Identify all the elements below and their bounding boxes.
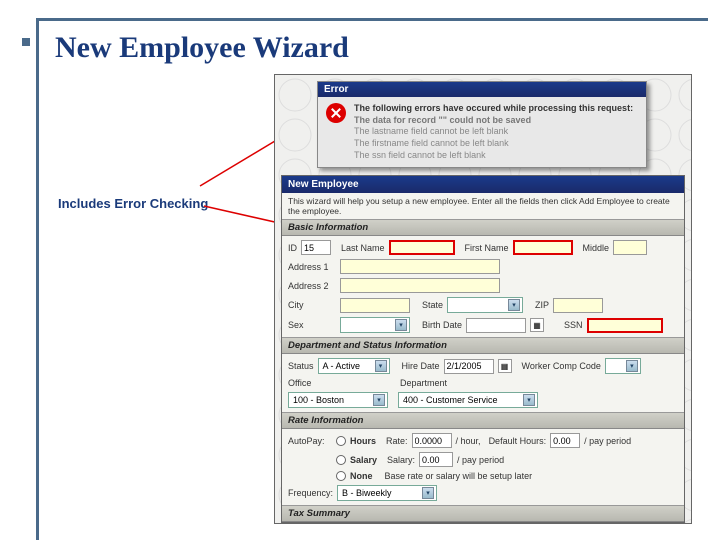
defhrs-unit: / pay period bbox=[584, 436, 631, 446]
lastname-input[interactable] bbox=[389, 240, 455, 255]
error-line: The lastname field cannot be left blank bbox=[354, 126, 633, 138]
autopay-none-radio[interactable] bbox=[336, 471, 346, 481]
status-label: Status bbox=[288, 361, 314, 371]
ssn-input[interactable] bbox=[587, 318, 663, 333]
error-titlebar: Error bbox=[318, 82, 646, 97]
error-line: The firstname field cannot be left blank bbox=[354, 138, 633, 150]
callout-text: Includes Error Checking bbox=[58, 196, 208, 211]
wcc-label: Worker Comp Code bbox=[522, 361, 601, 371]
wizard-titlebar: New Employee bbox=[282, 176, 684, 193]
city-input[interactable] bbox=[340, 298, 410, 313]
sex-select[interactable]: ▾ bbox=[340, 317, 410, 333]
error-icon bbox=[326, 103, 346, 123]
hours-label: Hours bbox=[350, 436, 376, 446]
salary-field-label: Salary: bbox=[387, 455, 415, 465]
chevron-down-icon: ▾ bbox=[422, 487, 434, 499]
calendar-icon[interactable]: ▦ bbox=[498, 359, 512, 373]
zip-input[interactable] bbox=[553, 298, 603, 313]
autopay-hours-radio[interactable] bbox=[336, 436, 346, 446]
hire-label: Hire Date bbox=[402, 361, 440, 371]
wcc-select[interactable]: ▾ bbox=[605, 358, 641, 374]
firstname-input[interactable] bbox=[513, 240, 573, 255]
wizard-panel: New Employee This wizard will help you s… bbox=[281, 175, 685, 523]
section-basic: Basic Information bbox=[282, 219, 684, 236]
lastname-label: Last Name bbox=[341, 243, 385, 253]
error-dialog: Error The following errors have occured … bbox=[317, 81, 647, 168]
error-lead: The following errors have occured while … bbox=[354, 103, 633, 115]
birth-input[interactable] bbox=[466, 318, 526, 333]
id-input[interactable] bbox=[301, 240, 331, 255]
city-label: City bbox=[288, 300, 336, 310]
firstname-label: First Name bbox=[465, 243, 509, 253]
section-rate: Rate Information bbox=[282, 412, 684, 429]
none-desc: Base rate or salary will be setup later bbox=[385, 471, 533, 481]
addr2-label: Address 2 bbox=[288, 281, 336, 291]
error-subhead: The data for record "" could not be save… bbox=[354, 115, 633, 127]
rate-unit: / hour, bbox=[456, 436, 481, 446]
ssn-label: SSN bbox=[564, 320, 583, 330]
addr1-input[interactable] bbox=[340, 259, 500, 274]
chevron-down-icon: ▾ bbox=[395, 319, 407, 331]
chevron-down-icon: ▾ bbox=[375, 360, 387, 372]
defhrs-label: Default Hours: bbox=[489, 436, 547, 446]
hire-input[interactable] bbox=[444, 359, 494, 374]
rate-input[interactable] bbox=[412, 433, 452, 448]
slide-title: New Employee Wizard bbox=[55, 31, 708, 65]
autopay-salary-radio[interactable] bbox=[336, 455, 346, 465]
calendar-icon[interactable]: ▦ bbox=[530, 318, 544, 332]
chevron-down-icon: ▾ bbox=[508, 299, 520, 311]
state-select[interactable]: ▾ bbox=[447, 297, 523, 313]
birth-label: Birth Date bbox=[422, 320, 462, 330]
department-select[interactable]: 400 - Customer Service▾ bbox=[398, 392, 538, 408]
chevron-down-icon: ▾ bbox=[523, 394, 535, 406]
autopay-label: AutoPay: bbox=[288, 436, 332, 446]
section-dept: Department and Status Information bbox=[282, 337, 684, 354]
salary-unit: / pay period bbox=[457, 455, 504, 465]
rate-label: Rate: bbox=[386, 436, 408, 446]
status-select[interactable]: A - Active▾ bbox=[318, 358, 390, 374]
middle-label: Middle bbox=[583, 243, 610, 253]
state-label: State bbox=[422, 300, 443, 310]
office-select[interactable]: 100 - Boston▾ bbox=[288, 392, 388, 408]
section-tax: Tax Summary bbox=[282, 505, 684, 522]
chevron-down-icon: ▾ bbox=[373, 394, 385, 406]
salary-input[interactable] bbox=[419, 452, 453, 467]
zip-label: ZIP bbox=[535, 300, 549, 310]
office-label: Office bbox=[288, 378, 328, 388]
sex-label: Sex bbox=[288, 320, 336, 330]
salary-label: Salary bbox=[350, 455, 377, 465]
middle-input[interactable] bbox=[613, 240, 647, 255]
department-label: Department bbox=[400, 378, 447, 388]
id-label: ID bbox=[288, 243, 297, 253]
wizard-desc: This wizard will help you setup a new em… bbox=[282, 193, 684, 219]
none-label: None bbox=[350, 471, 373, 481]
error-line: The ssn field cannot be left blank bbox=[354, 150, 633, 162]
addr1-label: Address 1 bbox=[288, 262, 336, 272]
freq-label: Frequency: bbox=[288, 488, 333, 498]
addr2-input[interactable] bbox=[340, 278, 500, 293]
chevron-down-icon: ▾ bbox=[626, 360, 638, 372]
freq-select[interactable]: B - Biweekly▾ bbox=[337, 485, 437, 501]
app-window: Error The following errors have occured … bbox=[274, 74, 692, 524]
defhrs-input[interactable] bbox=[550, 433, 580, 448]
